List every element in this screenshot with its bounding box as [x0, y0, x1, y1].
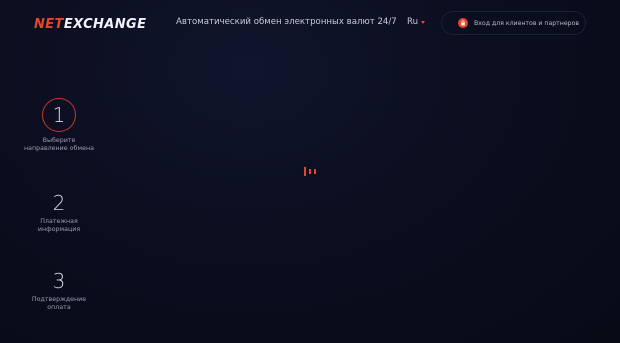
caret-down-icon: [421, 21, 426, 24]
page: NET EXCHANGE Автоматический обмен электро…: [0, 0, 620, 343]
step-3[interactable]: 3 Подтверждение оплата: [24, 271, 94, 313]
step-1-number: 1: [52, 103, 66, 127]
login-button[interactable]: Вход для клиентов и партнеров: [441, 11, 586, 35]
loading-bars-icon: [304, 167, 316, 176]
logo-prefix: NET: [34, 16, 64, 32]
step-1-caption: Выберите направление обмена: [24, 137, 94, 153]
language-selector[interactable]: Ru: [407, 17, 426, 27]
language-label: Ru: [407, 17, 419, 27]
logo[interactable]: NET EXCHANGE: [34, 14, 146, 34]
tagline: Автоматический обмен электронных валют 2…: [176, 17, 397, 27]
lock-icon: [458, 18, 468, 28]
step-2-number: 2: [52, 191, 66, 215]
login-label: Вход для клиентов и партнеров: [474, 19, 579, 27]
step-3-number: 3: [52, 269, 66, 293]
step-2[interactable]: 2 Платежная информация: [24, 193, 94, 235]
loader-bar: [304, 167, 306, 176]
step-3-caption: Подтверждение оплата: [31, 296, 87, 312]
logo-main: EXCHANGE: [63, 16, 147, 32]
lock-glyph: [461, 20, 465, 26]
step-1-ring: 1: [42, 98, 76, 132]
step-1[interactable]: 1 Выберите направление обмена: [24, 98, 94, 154]
header: NET EXCHANGE Автоматический обмен электро…: [0, 0, 620, 48]
step-2-caption: Платежная информация: [37, 218, 81, 234]
loader-bar: [309, 169, 311, 174]
loader-bar: [314, 169, 316, 174]
